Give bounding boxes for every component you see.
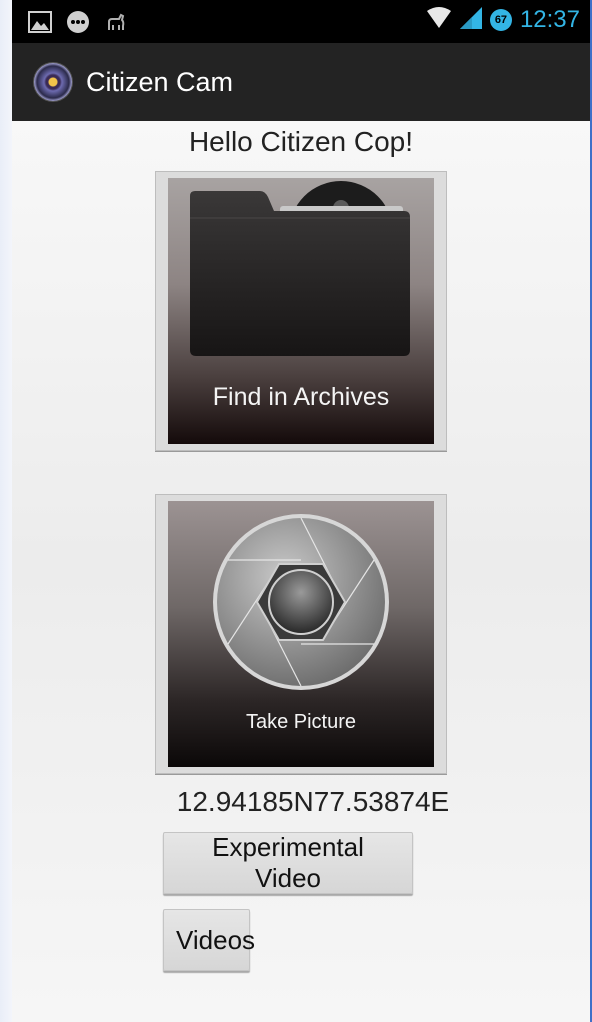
archive-tile-label: Find in Archives [212,383,390,411]
videos-button[interactable]: Videos [163,909,255,971]
archive-tile-image: Find in Archives [168,178,434,444]
clock: 12:37 [519,6,580,33]
android-debug-icon [104,10,128,39]
status-bar: 67 12:37 [12,0,590,43]
wifi-icon [426,6,452,34]
battery-icon: 67 [489,9,512,31]
find-in-archives-button[interactable]: Find in Archives [155,171,447,451]
experimental-video-button[interactable]: Experimental Video [163,832,413,894]
app-window: 67 12:37 Citizen Cam Hello Citizen Cop! [12,0,592,1022]
system-indicators: 67 12:37 [426,6,580,34]
action-bar: Citizen Cam [12,43,590,121]
image-icon [28,11,52,38]
gps-coordinates: 12.94185N77.53874E [176,786,450,817]
take-picture-button[interactable]: Take Picture [155,494,447,774]
cell-signal-icon [459,6,482,34]
camera-tile-label: Take Picture [245,711,357,733]
notification-icons [28,10,128,39]
camera-tile-image: Take Picture [168,501,434,767]
eye-icon[interactable] [34,63,72,101]
greeting-text: Hello Citizen Cop! [188,126,414,157]
app-title: Citizen Cam [86,66,234,97]
chat-bubble-icon [66,10,90,39]
